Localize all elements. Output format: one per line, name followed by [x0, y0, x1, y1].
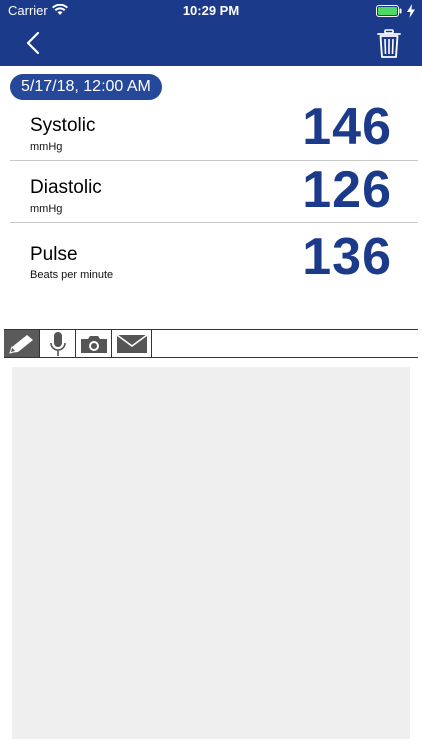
status-bar: Carrier 10:29 PM — [0, 0, 422, 22]
camera-icon — [80, 335, 107, 353]
charging-bolt-icon — [407, 4, 415, 18]
microphone-icon — [49, 331, 66, 356]
pulse-row: Pulse Beats per minute 136 — [10, 223, 418, 286]
diastolic-label: Diastolic — [30, 177, 102, 198]
diastolic-row: Diastolic mmHg 126 — [10, 160, 418, 223]
reading-date: 5/17/18, 12:00 AM — [10, 74, 162, 100]
note-toolbar — [4, 329, 418, 358]
diastolic-unit: mmHg — [30, 203, 63, 215]
systolic-value: 146 — [302, 98, 392, 156]
pencil-tool-button[interactable] — [4, 330, 40, 357]
microphone-tool-button[interactable] — [40, 330, 76, 357]
pulse-value: 136 — [302, 228, 392, 286]
systolic-label: Systolic — [30, 115, 96, 136]
battery-icon — [376, 5, 402, 17]
pulse-unit: Beats per minute — [30, 269, 114, 281]
systolic-row: Systolic mmHg 146 — [10, 98, 418, 161]
diastolic-value: 126 — [302, 161, 392, 219]
back-button[interactable] — [18, 28, 48, 58]
trash-icon — [377, 29, 401, 58]
systolic-unit: mmHg — [30, 141, 63, 153]
mail-icon — [116, 333, 147, 353]
chevron-left-icon — [26, 31, 40, 55]
pulse-label: Pulse — [30, 244, 78, 265]
delete-button[interactable] — [374, 28, 404, 60]
app-header: Carrier 10:29 PM — [0, 0, 422, 66]
status-time: 10:29 PM — [182, 3, 240, 18]
mail-tool-button[interactable] — [112, 330, 152, 357]
note-area[interactable] — [12, 367, 410, 739]
pencil-icon — [8, 334, 33, 354]
camera-tool-button[interactable] — [76, 330, 112, 357]
